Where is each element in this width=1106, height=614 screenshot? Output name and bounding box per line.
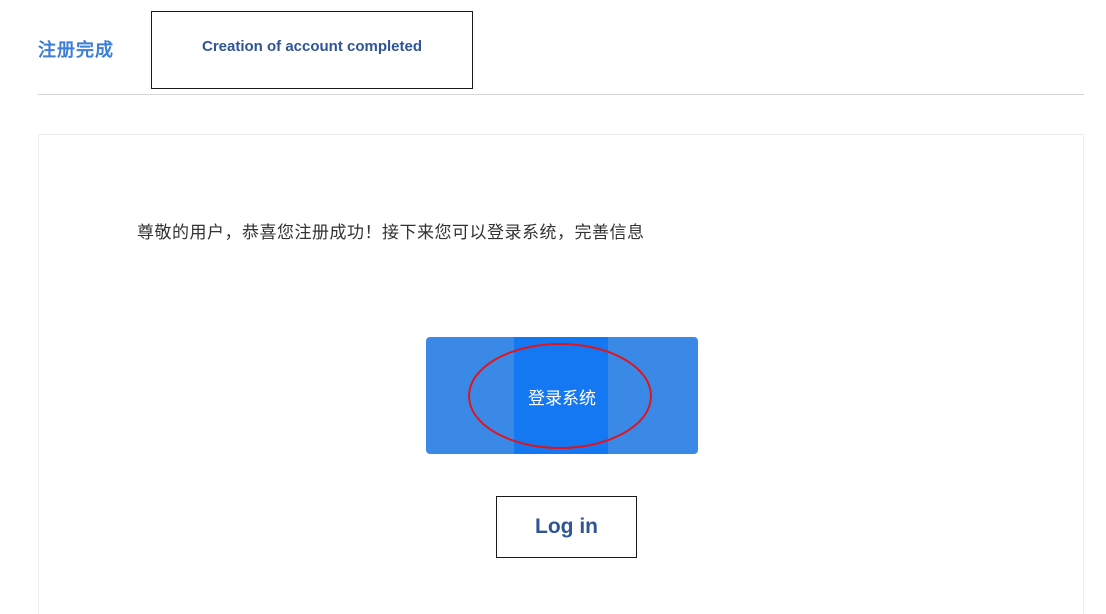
- header-divider: [38, 94, 1084, 95]
- login-button-label: 登录系统: [528, 389, 596, 409]
- login-system-button[interactable]: 登录系统: [426, 337, 698, 454]
- title-translation-text: Creation of account completed: [201, 37, 423, 55]
- success-message: 尊敬的用户，恭喜您注册成功！接下来您可以登录系统，完善信息: [137, 223, 645, 243]
- login-translation-annotation: Log in: [496, 496, 637, 558]
- page-title: 注册完成: [38, 40, 114, 61]
- title-translation-annotation: Creation of account completed: [151, 11, 473, 89]
- login-translation-text: Log in: [535, 515, 598, 538]
